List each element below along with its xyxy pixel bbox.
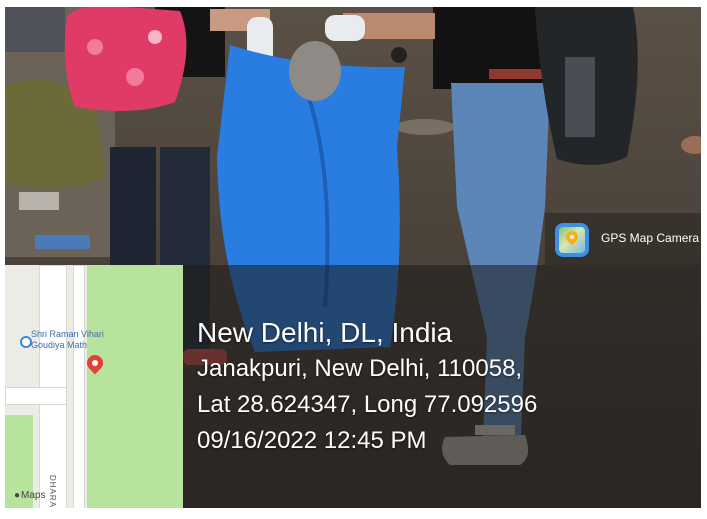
apple-logo-icon: ● bbox=[14, 490, 21, 501]
leaf-litter bbox=[395, 119, 455, 135]
litter-blue bbox=[35, 235, 90, 249]
backpack-mesh bbox=[565, 57, 595, 137]
poi-label: Shri Raman Vihari Goudiya Math bbox=[31, 329, 104, 350]
photo-frame: GPS Map Camera Shri Raman Vihari Goudiya… bbox=[5, 7, 701, 508]
map-road bbox=[5, 387, 67, 405]
person2-glove bbox=[325, 15, 365, 41]
location-datetime: 09/16/2022 12:45 PM bbox=[197, 427, 427, 454]
backpack-flower bbox=[126, 68, 144, 86]
watch bbox=[391, 47, 407, 63]
park-area bbox=[87, 265, 183, 508]
map-road bbox=[73, 265, 85, 508]
gps-app-name: GPS Map Camera bbox=[601, 231, 700, 245]
map-thumbnail: Shri Raman Vihari Goudiya Math DHARA ● M… bbox=[5, 265, 183, 508]
location-city: New Delhi, DL, India bbox=[197, 317, 453, 348]
backpack-flower bbox=[148, 30, 162, 44]
gps-map-camera-app-icon bbox=[555, 223, 589, 257]
litter-white bbox=[19, 192, 59, 210]
location-address: Janakpuri, New Delhi, 110058, bbox=[197, 355, 523, 382]
litter-gray bbox=[5, 7, 65, 52]
backpack-flower bbox=[87, 39, 103, 55]
maps-brand: ● Maps bbox=[14, 490, 46, 501]
maps-brand-label: Maps bbox=[21, 490, 46, 501]
person1-backpack bbox=[64, 7, 187, 111]
location-coordinates: Lat 28.624347, Long 77.092596 bbox=[197, 391, 538, 418]
person2-belt bbox=[489, 69, 547, 79]
location-info-panel: Shri Raman Vihari Goudiya Math DHARA ● M… bbox=[5, 265, 701, 508]
trash-in-hand bbox=[289, 41, 341, 101]
road-label: DHARA bbox=[48, 475, 57, 508]
gps-app-badge: GPS Map Camera bbox=[545, 213, 701, 265]
